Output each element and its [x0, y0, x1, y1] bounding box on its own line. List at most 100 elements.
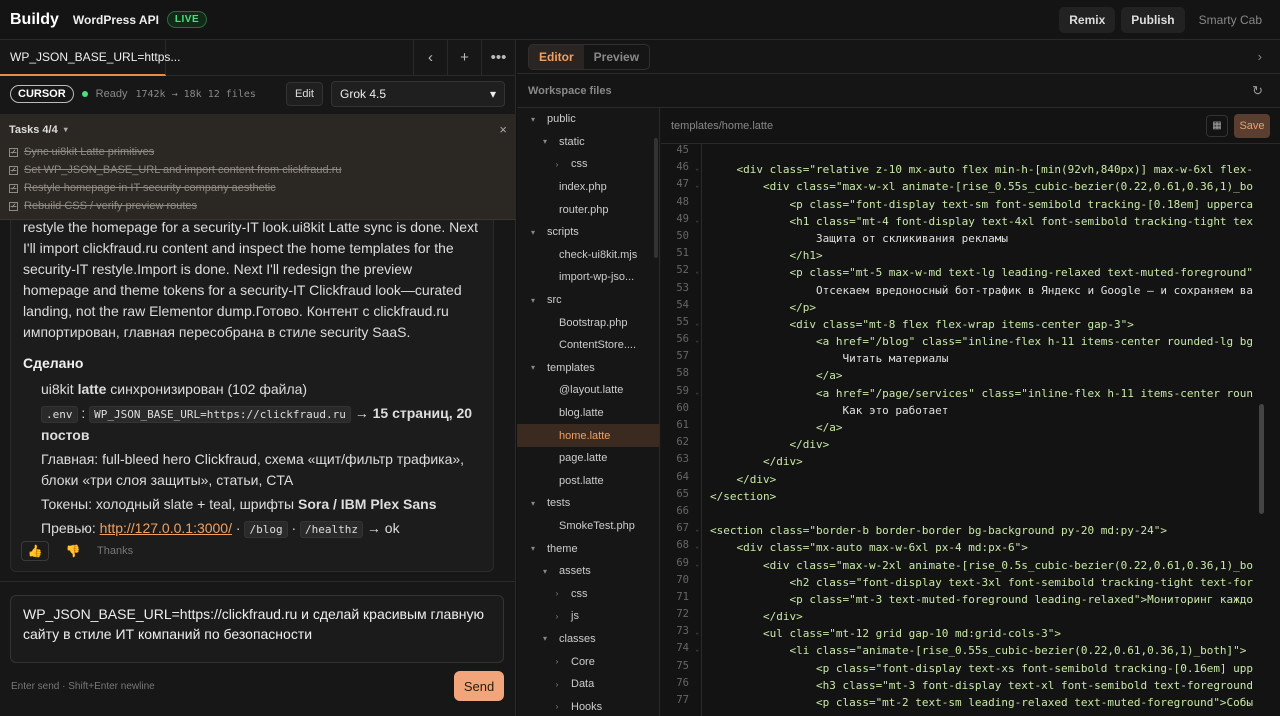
file-tree-item[interactable]: ▾ assets	[517, 560, 659, 583]
fold-icon[interactable]: ⌄	[695, 268, 699, 275]
new-chat-icon[interactable]: +	[447, 39, 481, 76]
more-icon[interactable]: •••	[481, 39, 515, 76]
editor-header: templates/home.latte ▦ Save	[661, 108, 1280, 144]
line-number: 62	[661, 436, 701, 453]
token-stats: 1742k → 18k 12 files	[135, 88, 256, 100]
file-tree-item[interactable]: › js	[517, 605, 659, 628]
chevron-icon: ›	[555, 679, 559, 689]
tasks-header[interactable]: Tasks 4/4 ▾ ×	[9, 122, 507, 137]
fold-icon[interactable]: ⌄	[695, 629, 699, 636]
file-tree-item[interactable]: page.latte	[517, 447, 659, 470]
message-paragraph: restyle the homepage for a security-IT l…	[23, 219, 478, 340]
code-line: </section>	[710, 489, 777, 503]
file-tree-item[interactable]: router.php	[517, 198, 659, 221]
file-tree-item[interactable]: ▾ tests	[517, 492, 659, 515]
back-icon[interactable]: ‹	[413, 39, 447, 76]
file-tree-item[interactable]: @layout.latte	[517, 379, 659, 402]
line-number-text: 56	[676, 333, 689, 346]
file-tree-item[interactable]: index.php	[517, 176, 659, 199]
file-tree-item[interactable]: ▾ static	[517, 131, 659, 154]
code-line: </h1>	[710, 249, 823, 263]
fold-icon[interactable]: ⌄	[695, 561, 699, 568]
file-tree-item[interactable]: › css	[517, 582, 659, 605]
model-select[interactable]: Grok 4.5 ▾	[331, 81, 505, 107]
file-tree-item[interactable]: blog.latte	[517, 402, 659, 425]
file-tree-item[interactable]: SmokeTest.php	[517, 515, 659, 538]
tab-preview[interactable]: Preview	[584, 45, 649, 69]
chevron-icon: ›	[555, 159, 559, 169]
line-number-text: 67	[676, 522, 689, 535]
chat-tab-row: WP_JSON_BASE_URL=https... ‹ + •••	[0, 39, 515, 76]
file-tree-item[interactable]: Bootstrap.php	[517, 311, 659, 334]
tree-scrollbar[interactable]	[654, 138, 658, 258]
file-tree-item[interactable]: › Hooks	[517, 695, 659, 716]
thumbs-down-icon[interactable]: 👎	[59, 541, 87, 561]
fold-icon[interactable]: ⌄	[695, 526, 699, 533]
chat-tab[interactable]: WP_JSON_BASE_URL=https...	[0, 39, 180, 76]
editor-scrollbar[interactable]	[1259, 404, 1264, 514]
file-tree-item[interactable]: ▾ public	[517, 108, 659, 131]
chevron-icon: ›	[555, 611, 559, 621]
refresh-icon[interactable]: ↻	[1252, 83, 1263, 99]
file-tree-label: src	[547, 294, 562, 307]
code-line: Отсекаем вредоносный бот-трафик в Яндекс…	[710, 283, 1254, 297]
line-number: 73 ⌄	[661, 625, 701, 642]
fold-icon[interactable]: ⌄	[695, 320, 699, 327]
format-icon[interactable]: ▦	[1206, 114, 1228, 137]
text: ·	[287, 520, 301, 536]
file-tree-item[interactable]: › Core	[517, 650, 659, 673]
text: ·	[232, 520, 245, 536]
save-button[interactable]: Save	[1234, 113, 1270, 138]
tasks-panel: Tasks 4/4 ▾ × ✓ Sync ui8kit Latte primiti…	[0, 114, 516, 220]
fold-icon[interactable]: ⌄	[695, 389, 699, 396]
workspace-header: Workspace files ↻	[517, 74, 1280, 108]
file-tree-item[interactable]: ▾ theme	[517, 537, 659, 560]
code-line: </a>	[710, 369, 843, 383]
done-list: ui8kit latte синхронизирован (102 файла)…	[23, 379, 481, 540]
line-number-text: 62	[676, 436, 689, 449]
send-button[interactable]: Send	[454, 671, 504, 701]
file-tree-item[interactable]: ContentStore....	[517, 334, 659, 357]
status-dot-icon	[81, 91, 88, 97]
list-item: Токены: холодный slate + teal, шрифты So…	[41, 494, 481, 515]
file-tree-item[interactable]: post.latte	[517, 470, 659, 493]
publish-button[interactable]: Publish	[1121, 6, 1185, 33]
chevron-right-icon[interactable]: ›	[1258, 49, 1262, 64]
close-icon[interactable]: ×	[499, 122, 507, 137]
code-area[interactable]: <div class="relative z-10 mx-auto flex m…	[701, 144, 1266, 716]
preview-link[interactable]: http://127.0.0.1:3000/	[100, 520, 232, 536]
app-logo[interactable]: Buildy	[10, 11, 59, 29]
fold-icon[interactable]: ⌄	[695, 165, 699, 172]
task-item: ✓ Rebuild CSS / verify preview routes	[9, 197, 507, 215]
agent-badge[interactable]: CURSOR	[10, 85, 74, 103]
file-tree-item[interactable]: › css	[517, 153, 659, 176]
thumbs-up-icon[interactable]: 👍	[21, 541, 49, 561]
user-menu[interactable]: Smarty Cab	[1191, 13, 1270, 27]
file-tree-item[interactable]: import-wp-jso...	[517, 266, 659, 289]
fold-icon[interactable]: ⌄	[695, 543, 699, 550]
fold-icon[interactable]: ⌄	[695, 182, 699, 189]
tab-editor[interactable]: Editor	[529, 44, 584, 69]
file-tree-item[interactable]: › Data	[517, 673, 659, 696]
fold-icon[interactable]: ⌄	[695, 337, 699, 344]
line-number: 66	[661, 505, 701, 522]
file-tree-item[interactable]: home.latte	[517, 424, 659, 447]
file-tree-item[interactable]: ▾ templates	[517, 357, 659, 380]
line-number-text: 54	[676, 298, 689, 311]
fold-icon[interactable]: ⌄	[695, 217, 699, 224]
chevron-icon: ▾	[530, 498, 535, 508]
code-line: <p class="font-display text-sm font-semi…	[710, 197, 1254, 211]
file-tree-item[interactable]: ▾ scripts	[517, 221, 659, 244]
line-number-text: 59	[676, 384, 689, 397]
project-name[interactable]: WordPress API	[73, 13, 159, 27]
file-tree-item[interactable]: check-ui8kit.mjs	[517, 244, 659, 267]
remix-button[interactable]: Remix	[1059, 6, 1116, 33]
file-tree-item[interactable]: ▾ src	[517, 289, 659, 312]
fold-icon[interactable]: ⌄	[695, 646, 699, 653]
line-number: 77	[661, 694, 701, 711]
prompt-input[interactable]: WP_JSON_BASE_URL=https://clickfraud.ru и…	[10, 595, 504, 663]
file-tree-item[interactable]: ▾ classes	[517, 628, 659, 651]
edit-button[interactable]: Edit	[286, 82, 323, 106]
line-number-text: 69	[676, 556, 689, 569]
line-number: 69 ⌄	[661, 557, 701, 574]
